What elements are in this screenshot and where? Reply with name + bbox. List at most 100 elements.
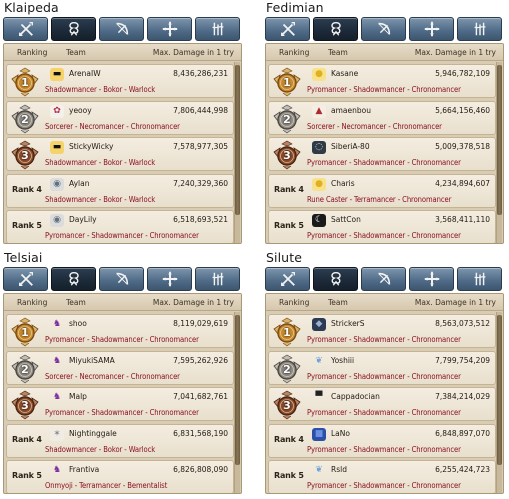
tab-bow[interactable] [361,267,406,291]
tab-cleric[interactable] [195,267,240,291]
wing-avatar-icon: ❦ [315,465,323,475]
player-name: LaNo [331,428,350,438]
table-row[interactable]: 3 ♞ Malp 7,041,682,761 Pyromancer - Shadowma… [6,387,234,421]
damage-value: 8,119,029,619 [173,319,228,328]
scrollbar[interactable] [234,62,240,243]
purple-figure-avatar-icon: ♞ [52,392,62,402]
class-tabs [265,267,504,291]
table-row[interactable]: 1 ▬ ArenaIW 8,436,286,231 Shadowmancer - Bok… [6,64,234,98]
shield-avatar-icon: ◆ [312,318,326,331]
ranking-board: Ranking Team Max. Damage in 1 try 1 ♞ shoo 8,1… [3,293,242,494]
player-name: DayLily [69,215,97,224]
table-row[interactable]: Rank 5 ◉ DayLily 6,518,693,521 Pyromancer - … [6,210,234,243]
rank-medal-icon: 2 [272,104,302,134]
table-row[interactable]: 3 ▀ Cappadocian 7,384,214,029 Pyromancer - S… [268,387,496,421]
sparkle-avatar-icon: ✶ [50,427,64,441]
rank-number: 3 [21,149,29,162]
table-row[interactable]: 1 ● Kasane 5,946,782,109 Pyromancer - Shadow… [268,64,496,98]
tab-cross[interactable] [147,267,192,291]
damage-value: 6,831,568,190 [173,428,228,438]
table-row[interactable]: 2 ❦ Yoshiii 7,799,754,209 Pyromancer - Shado… [268,350,496,385]
rank-medal-icon: 2 [10,104,40,134]
tab-swords[interactable] [3,17,48,41]
class-build: Pyromancer - Shadowmancer - Chronomancer [307,85,461,94]
server-title: Klaipeda [4,0,59,15]
tab-summoner[interactable] [51,267,96,291]
rank-number: 2 [21,112,29,126]
table-row[interactable]: 2 ✿ yeooy 7,806,444,998 Sorcerer - Necromanc… [6,100,234,135]
ranking-board: Ranking Team Max. Damage in 1 try 1 ◆ Stricke… [265,293,504,494]
table-row[interactable]: Rank 5 ❦ Rsld 6,255,424,723 Pyromancer - Sha… [268,460,496,493]
rank-medal-icon: 2 [272,354,302,384]
tab-cross[interactable] [147,17,192,41]
table-row[interactable]: Rank 4 ■ LaNo 6,848,897,070 Pyromancer - Sha… [268,423,496,458]
scrollbar[interactable] [496,62,502,243]
header-max-damage: Max. Damage in 1 try [152,48,234,57]
tab-cross[interactable] [409,267,454,291]
player-name: Frantiva [69,465,100,474]
tab-cleric[interactable] [457,17,502,41]
scrollbar[interactable] [234,312,240,493]
scrollbar-thumb[interactable] [497,315,502,465]
player-name: Aylan [69,178,90,188]
table-row[interactable]: Rank 5 ☾ SattCon 3,568,411,110 Pyromancer - … [268,210,496,243]
header-max-damage: Max. Damage in 1 try [414,298,496,307]
table-header: Ranking Team Max. Damage in 1 try [4,44,241,61]
table-row[interactable]: Rank 4 ● Charis 4,234,894,607 Rune Caster - … [268,173,496,208]
table-row[interactable]: 2 ♞ MiyukiSAMA 7,595,262,926 Sorcerer - Necr… [6,350,234,385]
tab-bow[interactable] [99,267,144,291]
class-build: Pyromancer - Shadowmancer - Chronomancer [45,231,199,240]
tab-cross[interactable] [409,17,454,41]
wing-avatar-icon: ❦ [315,355,323,366]
tab-cleric[interactable] [195,17,240,41]
tab-swords[interactable] [3,267,48,291]
rank-number: 3 [283,399,291,412]
summoner-icon [327,270,345,288]
rank-number: 2 [283,112,291,126]
tab-bow[interactable] [99,17,144,41]
tab-summoner[interactable] [51,17,96,41]
player-name: amaenbou [331,105,371,115]
cleric-icon [209,270,227,288]
table-row[interactable]: Rank 5 ♞ Frantiva 6,826,808,090 Onmyoji - Te… [6,460,234,493]
table-row[interactable]: 2 ▲ amaenbou 5,664,156,460 Sorcerer - Necrom… [268,100,496,135]
round-avatar-icon: ◉ [50,214,64,227]
player-name: ArenaIW [69,69,101,78]
header-ranking: Ranking [17,48,48,57]
scrollbar-thumb[interactable] [235,65,240,215]
table-row[interactable]: 1 ♞ shoo 8,119,029,619 Pyromancer - Shadowma… [6,314,234,348]
summoner-icon [327,20,345,38]
rank-number: 1 [21,326,29,339]
rank-number: 2 [21,362,29,376]
damage-value: 6,518,693,521 [173,215,228,224]
player-name: shoo [69,319,87,328]
tab-swords[interactable] [265,267,310,291]
scrollbar[interactable] [496,312,502,493]
table-row[interactable]: Rank 4 ◉ Aylan 7,240,329,360 Shadowmancer - … [6,173,234,208]
class-build: Shadowmancer - Bokor - Warlock [45,194,156,204]
bow-icon [113,270,131,288]
class-build: Shadowmancer - Bokor - Warlock [45,85,156,94]
damage-value: 5,009,378,518 [435,142,490,151]
character-avatar-icon: ✿ [50,104,64,118]
cleric-icon [471,20,489,38]
scrollbar-thumb[interactable] [235,315,240,465]
table-row[interactable]: 1 ◆ StrickerS 8,563,073,512 Pyromancer - Sha… [268,314,496,348]
tab-summoner[interactable] [313,17,358,41]
cross-icon [161,20,179,38]
table-header: Ranking Team Max. Damage in 1 try [266,44,503,61]
table-row[interactable]: 3 ◌ SiberiA-80 5,009,378,518 Pyromancer - Sh… [268,137,496,171]
table-row[interactable]: 3 ▬ StickyWicky 7,578,977,305 Shadowmancer -… [6,137,234,171]
tab-cleric[interactable] [457,267,502,291]
cleric-icon [471,270,489,288]
tab-swords[interactable] [265,17,310,41]
summoner-icon [65,270,83,288]
rank-number: 2 [283,362,291,376]
rank-label: Rank 4 [12,184,42,194]
scrollbar-thumb[interactable] [497,65,502,215]
table-row[interactable]: Rank 4 ✶ Nightinggale 6,831,568,190 Shadowma… [6,423,234,458]
tab-bow[interactable] [361,17,406,41]
bow-icon [375,270,393,288]
purple-figure-avatar-icon: ♞ [52,355,62,366]
tab-summoner[interactable] [313,267,358,291]
